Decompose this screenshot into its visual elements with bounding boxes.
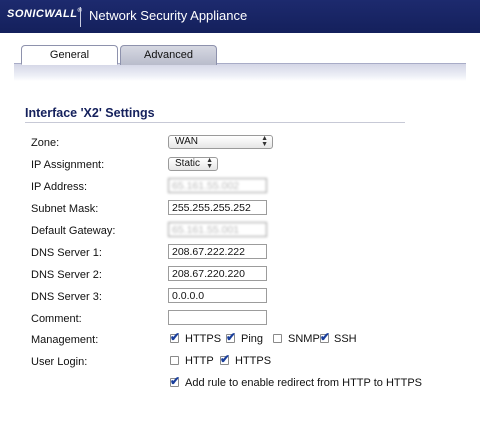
header-divider <box>80 7 81 27</box>
dns-server-2-label: DNS Server 2: <box>31 269 102 281</box>
zone-label: Zone: <box>31 137 60 149</box>
checkmark-icon: ✔ <box>226 330 237 344</box>
user-login-https-checkbox[interactable]: ✔ <box>220 352 230 366</box>
dns-server-1-label: DNS Server 1: <box>31 247 102 259</box>
ip-assignment-select-value: Static <box>175 158 201 169</box>
management-https-label: HTTPS <box>185 333 222 345</box>
ip-assignment-select[interactable]: Static ▲ ▼ <box>168 157 218 171</box>
dns-server-3-label: DNS Server 3: <box>31 291 102 303</box>
tab-bar-background <box>14 63 466 81</box>
select-arrows-icon: ▲ ▼ <box>206 157 213 170</box>
management-label: Management: <box>31 334 99 346</box>
ip-address-field[interactable] <box>168 178 267 193</box>
logo-text: SONICWALL <box>7 8 78 20</box>
dns-server-2-field[interactable] <box>168 266 267 281</box>
app-title: Network Security Appliance <box>89 8 248 23</box>
management-snmp-label: SNMP <box>288 333 320 345</box>
checkmark-icon: ✔ <box>170 330 181 344</box>
comment-label: Comment: <box>31 313 82 325</box>
zone-select-value: WAN <box>175 136 198 147</box>
sonicwall-logo: SONICWALL® <box>7 8 82 20</box>
checkmark-icon: ✔ <box>320 330 331 344</box>
checkmark-icon: ✔ <box>170 374 181 388</box>
redirect-rule-checkbox[interactable]: ✔ <box>170 374 180 388</box>
management-ping-label: Ping <box>241 333 264 345</box>
dns-server-3-field[interactable] <box>168 288 267 303</box>
tab-general[interactable]: General <box>21 45 118 65</box>
subnet-mask-label: Subnet Mask: <box>31 203 99 215</box>
top-header-bar: SONICWALL® Network Security Appliance <box>0 0 480 33</box>
management-ssh-checkbox[interactable]: ✔ <box>320 330 330 344</box>
ip-assignment-label: IP Assignment: <box>31 159 105 171</box>
default-gateway-field[interactable] <box>168 222 267 237</box>
subnet-mask-field[interactable] <box>168 200 267 215</box>
section-divider <box>25 122 405 123</box>
comment-field[interactable] <box>168 310 267 325</box>
user-login-http-checkbox[interactable] <box>170 356 179 365</box>
user-login-http-label: HTTP <box>185 355 214 367</box>
management-https-checkbox[interactable]: ✔ <box>170 330 180 344</box>
management-ssh-label: SSH <box>334 333 357 345</box>
management-ping-checkbox[interactable]: ✔ <box>226 330 236 344</box>
user-login-https-label: HTTPS <box>235 355 272 367</box>
default-gateway-label: Default Gateway: <box>31 225 116 237</box>
select-arrows-icon: ▲ ▼ <box>261 135 268 148</box>
user-login-label: User Login: <box>31 356 88 368</box>
checkmark-icon: ✔ <box>220 352 231 366</box>
zone-select[interactable]: WAN ▲ ▼ <box>168 135 273 149</box>
section-title: Interface 'X2' Settings <box>25 106 155 120</box>
ip-address-label: IP Address: <box>31 181 88 193</box>
tab-advanced[interactable]: Advanced <box>120 45 217 65</box>
management-snmp-checkbox[interactable] <box>273 334 282 343</box>
redirect-rule-label: Add rule to enable redirect from HTTP to… <box>185 377 422 389</box>
dns-server-1-field[interactable] <box>168 244 267 259</box>
